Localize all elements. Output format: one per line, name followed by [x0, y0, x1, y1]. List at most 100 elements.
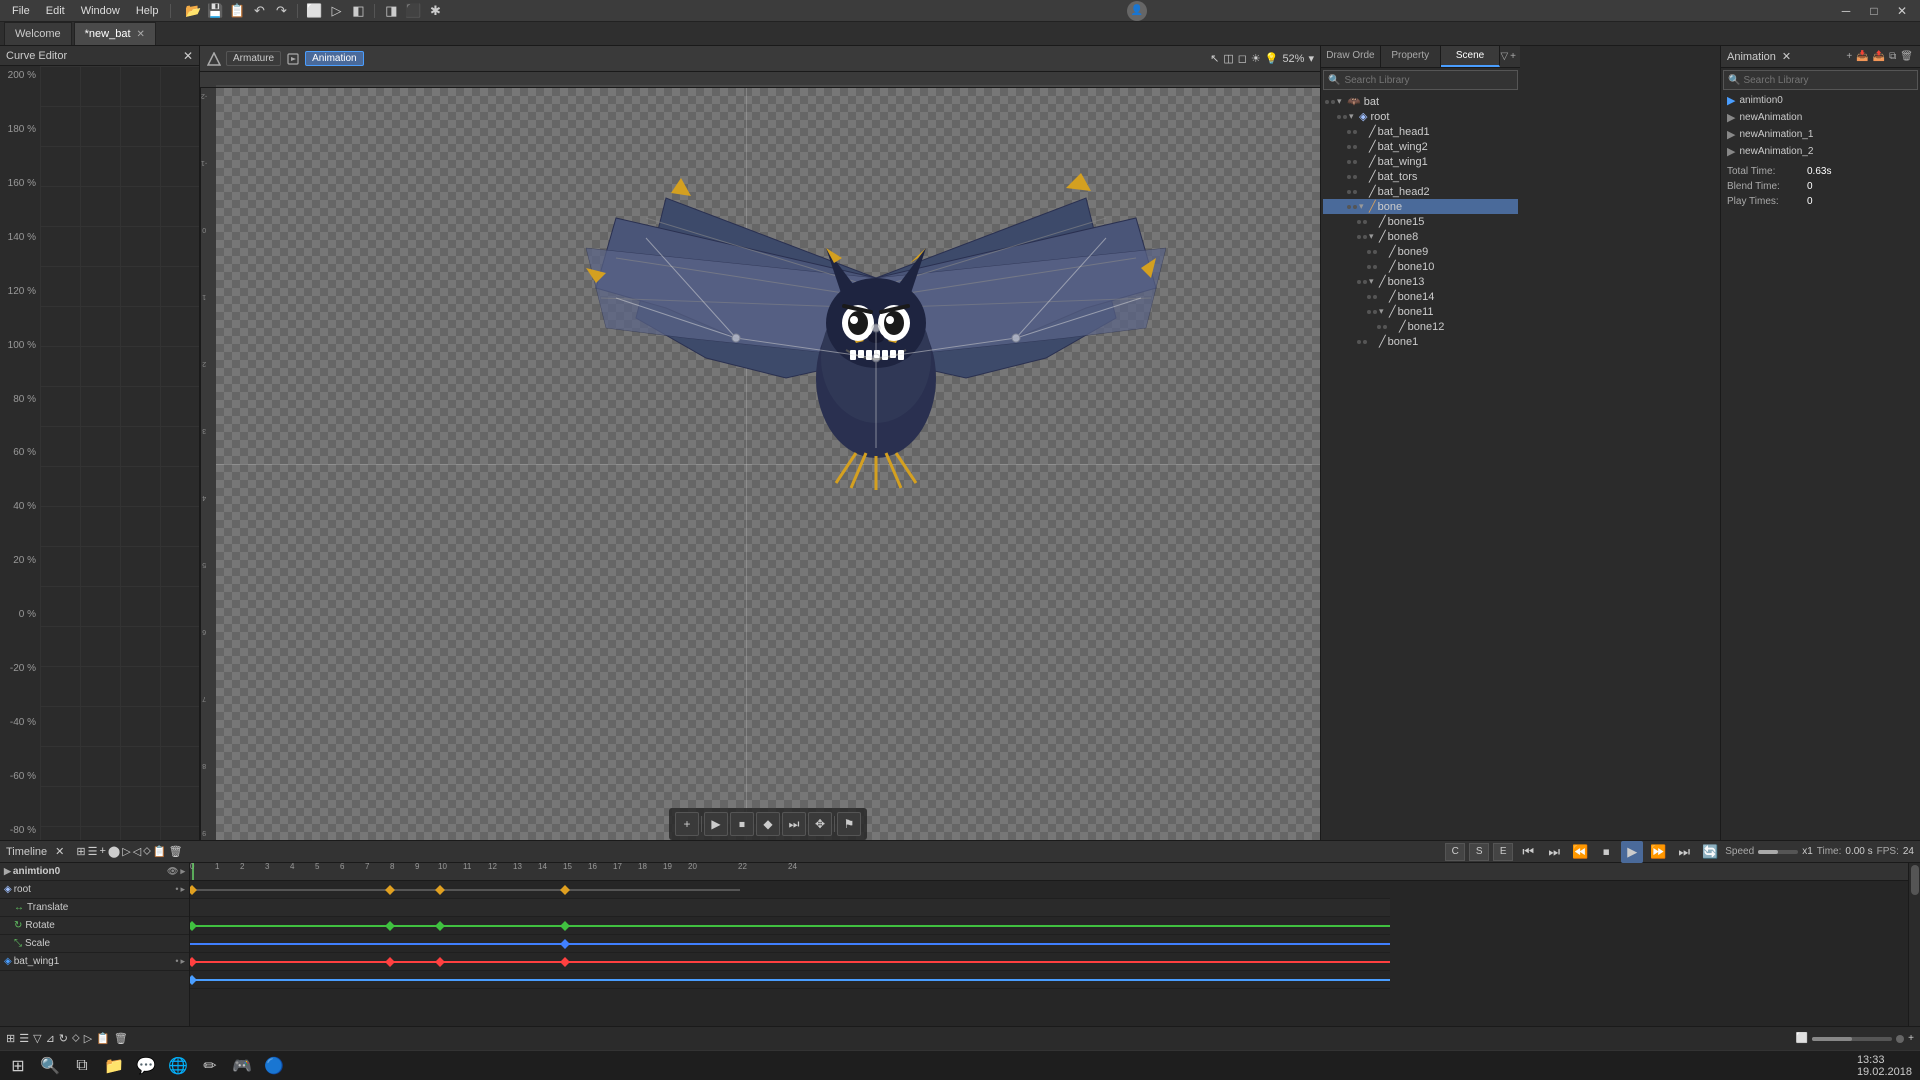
kf-anim0-frame0[interactable]	[190, 885, 197, 895]
kf-translate-15[interactable]	[560, 921, 570, 931]
anim-export-icon[interactable]: 📤	[1872, 50, 1886, 63]
tb-icon5[interactable]: ⬛	[403, 1, 423, 21]
anim-add-icon[interactable]: +	[1845, 50, 1853, 63]
vp-end-icon[interactable]: ⏭	[782, 812, 806, 836]
curve-grid[interactable]	[40, 66, 199, 840]
kf-anim0-frame10[interactable]	[435, 885, 445, 895]
tl-snap-icon[interactable]: ⊞	[76, 845, 85, 858]
kf-rotate-15[interactable]	[560, 939, 570, 949]
vp-flag-icon[interactable]: ⚑	[837, 812, 861, 836]
tl-icon5[interactable]: 📋	[153, 845, 167, 858]
track-root-arrow[interactable]: ▸	[180, 884, 185, 895]
pb-loop-icon[interactable]: 🔄	[1699, 841, 1721, 863]
tree-item-bone[interactable]: ▾ ╱ bone	[1323, 199, 1518, 214]
tab-new-bat[interactable]: *new_bat ✕	[74, 22, 156, 45]
viewport[interactable]: + ▶ ⏹ ◆ ⏭ ✥ ⚑	[216, 88, 1320, 840]
taskbar-search[interactable]: 🔍	[36, 1052, 64, 1080]
tl-icon1[interactable]: ⬤	[108, 845, 120, 858]
property-tab[interactable]: Property	[1381, 46, 1441, 67]
taskbar-app2[interactable]: 🔵	[260, 1052, 288, 1080]
anim-item-1[interactable]: ▶ newAnimation	[1721, 109, 1920, 126]
taskbar-explorer[interactable]: 📁	[100, 1052, 128, 1080]
tb-icon6[interactable]: ✱	[425, 1, 445, 21]
kf-anim0-frame15[interactable]	[560, 885, 570, 895]
tb-open-icon[interactable]: 📋	[227, 1, 247, 21]
tl-footer-dup[interactable]: ⬦	[72, 1032, 80, 1045]
tree-item-bone8[interactable]: ▾ ╱ bone8	[1323, 229, 1518, 244]
tab-welcome[interactable]: Welcome	[4, 22, 72, 45]
tl-icon6[interactable]: 🗑	[169, 845, 183, 858]
zoom-dropdown-icon[interactable]: ▾	[1308, 52, 1314, 65]
taskbar-task-view[interactable]: ⧉	[68, 1052, 96, 1080]
tl-footer-del2[interactable]: 📋	[96, 1032, 110, 1045]
tree-item-bone15[interactable]: ▸ ╱ bone15	[1323, 214, 1518, 229]
tree-item-bone14[interactable]: ▸ ╱ bone14	[1323, 289, 1518, 304]
add-icon[interactable]: +	[1510, 51, 1516, 62]
draw-order-tab[interactable]: Draw Orde	[1321, 46, 1381, 67]
tl-footer-del3[interactable]: 🗑	[114, 1032, 128, 1045]
tl-footer-icon1[interactable]: ⊞	[6, 1032, 15, 1045]
vp-pos-icon[interactable]: ✥	[808, 812, 832, 836]
view-icon3[interactable]: ☀	[1251, 52, 1261, 65]
animation-mode-button[interactable]: Animation	[305, 51, 363, 66]
tree-item-bone11[interactable]: ▾ ╱ bone11	[1323, 304, 1518, 319]
timeline-keyframes[interactable]: 0 1 2 3 4 5 6 7 8 9 10 11 12 13	[190, 863, 1908, 1026]
vp-stop-icon[interactable]: ⏹	[730, 812, 754, 836]
tl-zoom-plus[interactable]: +	[1908, 1033, 1914, 1044]
timeline-close[interactable]: ✕	[55, 845, 64, 858]
tb-undo-icon[interactable]: ↶	[249, 1, 269, 21]
kf-scale-8[interactable]	[385, 957, 395, 967]
vp-play-icon[interactable]: ▶	[704, 812, 728, 836]
view-icon4[interactable]: 💡	[1265, 52, 1279, 65]
vp-tool-1[interactable]: +	[675, 812, 699, 836]
tree-item-bat-head1[interactable]: ▸ ╱ bat_head1	[1323, 124, 1518, 139]
track-wing-eye[interactable]: •	[175, 956, 178, 967]
tl-filter-icon[interactable]: ☰	[88, 845, 98, 858]
tl-footer-add[interactable]: ↻	[59, 1032, 68, 1045]
taskbar-chat[interactable]: 💬	[132, 1052, 160, 1080]
tree-item-bat-tors[interactable]: ▸ ╱ bat_tors	[1323, 169, 1518, 184]
taskbar-browser[interactable]: 🌐	[164, 1052, 192, 1080]
anim-item-0[interactable]: ▶ animtion0	[1721, 92, 1920, 109]
tb-icon1[interactable]: ⬜	[304, 1, 324, 21]
tree-item-bat-wing1[interactable]: ▸ ╱ bat_wing1	[1323, 154, 1518, 169]
s-button[interactable]: S	[1469, 843, 1489, 861]
pb-back-icon[interactable]: ⏪	[1569, 841, 1591, 863]
tb-save-icon[interactable]: 💾	[205, 1, 225, 21]
anim-duplicate-icon[interactable]: ⧉	[1888, 50, 1897, 63]
pb-last-icon[interactable]: ⏭	[1673, 841, 1695, 863]
user-avatar[interactable]: 👤	[1127, 1, 1147, 21]
kf-scale-15[interactable]	[560, 957, 570, 967]
tl-footer-icon3[interactable]: ▽	[33, 1032, 41, 1045]
kf-translate-8[interactable]	[385, 921, 395, 931]
scene-tab[interactable]: Scene	[1441, 46, 1501, 67]
tl-icon3[interactable]: ◁	[133, 845, 141, 858]
menu-file[interactable]: File	[4, 3, 38, 19]
e-button[interactable]: E	[1493, 843, 1513, 861]
tl-footer-filter[interactable]: ⊿	[46, 1032, 55, 1045]
menu-window[interactable]: Window	[73, 3, 128, 19]
tab-close-icon[interactable]: ✕	[137, 29, 145, 40]
track-eye-icon[interactable]: 👁	[167, 866, 178, 877]
kf-scale-0[interactable]	[190, 957, 197, 967]
anim-delete-icon[interactable]: 🗑	[1899, 50, 1914, 63]
armature-mode-button[interactable]: Armature	[226, 51, 281, 66]
minimize-button[interactable]: ─	[1832, 0, 1860, 22]
cursor-icon[interactable]: ↖	[1210, 52, 1219, 65]
tl-icon4[interactable]: ⬦	[143, 845, 151, 858]
tree-item-bat-head2[interactable]: ▸ ╱ bat_head2	[1323, 184, 1518, 199]
menu-edit[interactable]: Edit	[38, 3, 73, 19]
kf-translate-0[interactable]	[190, 921, 197, 931]
menu-help[interactable]: Help	[128, 3, 167, 19]
maximize-button[interactable]: □	[1860, 0, 1888, 22]
close-button[interactable]: ✕	[1888, 0, 1916, 22]
tl-zoom-dot[interactable]	[1896, 1035, 1904, 1043]
track-root-eye[interactable]: •	[175, 884, 178, 895]
timeline-scroll-thumb[interactable]	[1911, 865, 1919, 895]
anim-search-input[interactable]	[1743, 75, 1913, 86]
track-lock-icon[interactable]: ▸	[180, 866, 185, 877]
tl-add-icon[interactable]: +	[99, 845, 105, 858]
kf-scale-10[interactable]	[435, 957, 445, 967]
anim-import-icon[interactable]: 📥	[1855, 50, 1869, 63]
tl-footer-icon2[interactable]: ☰	[19, 1032, 29, 1045]
